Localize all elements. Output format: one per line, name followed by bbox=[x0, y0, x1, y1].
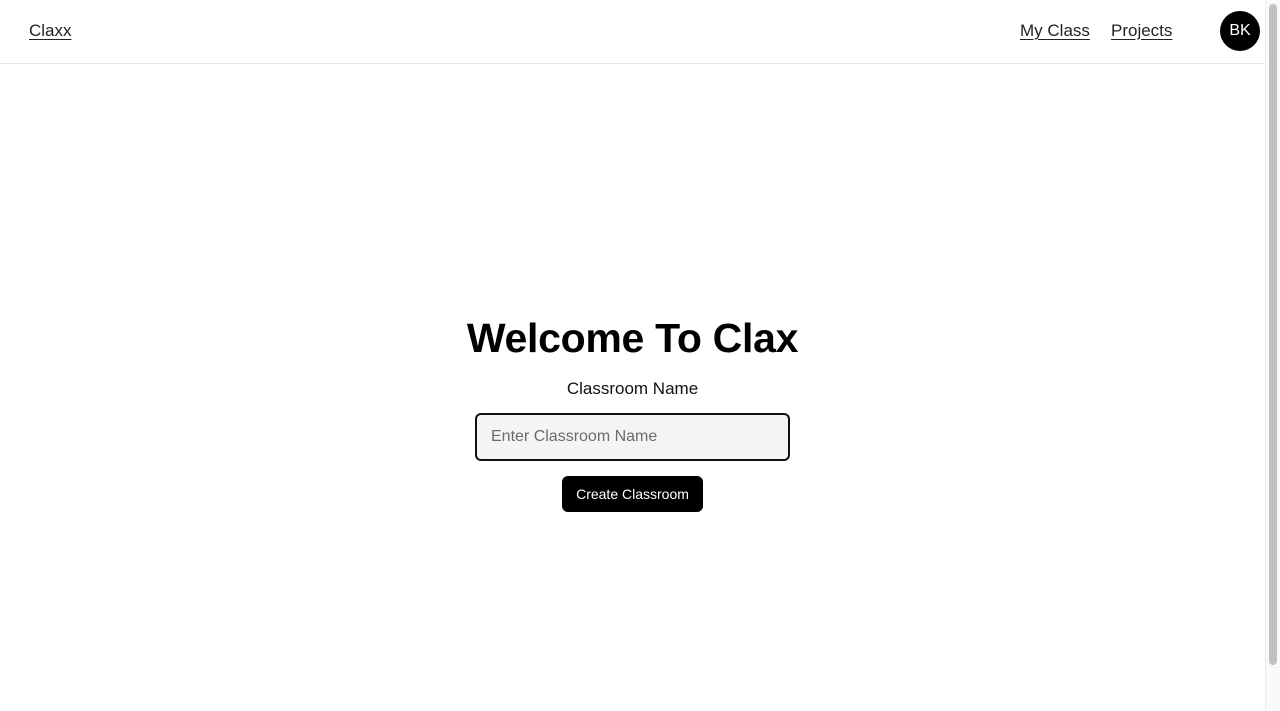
scrollbar-thumb[interactable] bbox=[1269, 4, 1277, 665]
brand-link[interactable]: Claxx bbox=[29, 21, 72, 41]
main-content: Welcome To Clax Classroom Name Create Cl… bbox=[0, 64, 1265, 711]
create-classroom-button[interactable]: Create Classroom bbox=[562, 476, 703, 512]
nav-link-projects[interactable]: Projects bbox=[1111, 21, 1172, 41]
page-title: Welcome To Clax bbox=[466, 315, 799, 361]
vertical-scrollbar[interactable] bbox=[1265, 0, 1280, 711]
classroom-name-input[interactable] bbox=[475, 413, 790, 461]
top-navbar: Claxx My Class Projects BK bbox=[0, 0, 1265, 64]
user-avatar[interactable]: BK bbox=[1220, 11, 1260, 51]
classroom-name-label: Classroom Name bbox=[566, 379, 699, 398]
nav-link-my-class[interactable]: My Class bbox=[1020, 21, 1090, 41]
